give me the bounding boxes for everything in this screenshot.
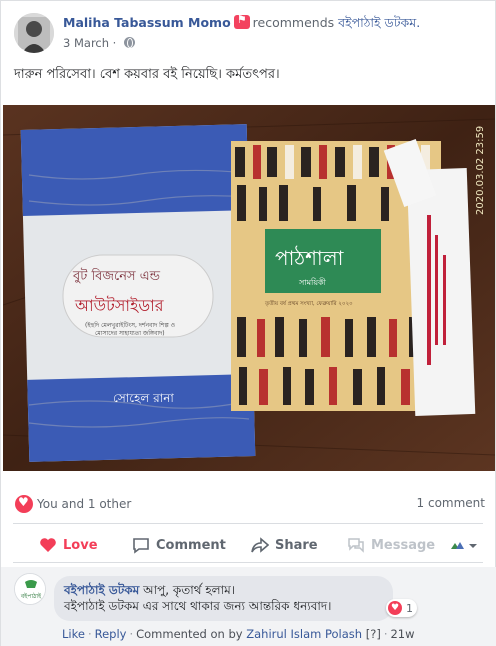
comment-actions: Like · Reply · Commented on by Zahirul Islam… <box>62 627 415 641</box>
globe-icon[interactable] <box>124 37 135 48</box>
comment-like-link[interactable]: Like <box>62 627 85 641</box>
share-label: Share <box>275 537 318 553</box>
svg-text:বইপাঠাই: বইপাঠাই <box>20 592 42 600</box>
audience-selector[interactable] <box>449 529 483 561</box>
message-button[interactable]: Message <box>347 529 435 561</box>
svg-text:তৃতীয় বর্ষ প্রথম সংখ্যা, ফেব্: তৃতীয় বর্ষ প্রথম সংখ্যা, ফেব্রুয়ারি ২০… <box>264 299 353 307</box>
book-left-author: সোহেল রানা <box>113 391 174 405</box>
svg-text:সাময়িকী: সাময়িকী <box>298 277 327 287</box>
comment-bubble: বইপাঠাই ডটকম আপু, কৃতার্থ হলাম। বইপাঠাই … <box>54 576 393 621</box>
book-left: বুট বিজনেস এন্ড আউটসাইডার (ইহুদি মেলখুরা… <box>20 124 256 462</box>
page-link[interactable]: বইপাঠাই ডটকম. <box>338 15 420 30</box>
author-line: Maliha Tabassum Momo ⚑ recommends বইপাঠাই … <box>63 13 420 35</box>
author-avatar[interactable] <box>14 13 54 53</box>
message-label: Message <box>371 537 436 553</box>
commenter-avatar[interactable]: বইপাঠাই <box>14 573 46 605</box>
book-left-title: বুট বিজনেস এন্ড <box>72 268 161 284</box>
audience-icon <box>451 542 477 549</box>
recommends-text: recommends <box>252 15 335 30</box>
message-icon <box>348 538 364 553</box>
comment-reply-link[interactable]: Reply <box>95 627 127 641</box>
comment-line1: আপু, কৃতার্থ হলাম। <box>143 583 236 597</box>
svg-text:মোসাদের সাহায্যতা জঙ্গিবাদ): মোসাদের সাহায্যতা জঙ্গিবাদ) <box>95 330 165 337</box>
divider-top <box>13 523 483 524</box>
heart-icon: ♥ <box>388 601 402 615</box>
comments-section: বইপাঠাই বইপাঠাই ডটকম আপু, কৃতার্থ হলাম। … <box>1 567 496 646</box>
reactions-text[interactable]: You and 1 other <box>37 497 131 511</box>
help-link[interactable]: [?] <box>366 627 381 641</box>
heart-icon <box>40 538 56 552</box>
share-icon <box>251 537 269 553</box>
comment-label: Comment <box>156 537 226 553</box>
love-label: Love <box>63 537 98 553</box>
books-photo: বুট বিজনেস এন্ড আউটসাইডার (ইহুদি মেলখুরা… <box>3 105 495 471</box>
comments-count[interactable]: 1 comment <box>417 496 485 510</box>
post-meta: 3 March · <box>63 36 135 50</box>
share-button[interactable]: Share <box>251 529 318 561</box>
book-right-title: পাঠশালা <box>275 246 345 270</box>
reactions-summary: You and 1 other 1 comment <box>15 495 485 513</box>
post-header: Maliha Tabassum Momo ⚑ recommends বইপাঠাই … <box>14 13 485 55</box>
comment-author[interactable]: বইপাঠাই ডটকম <box>64 583 139 597</box>
comment-reaction-count: 1 <box>406 601 413 615</box>
love-reaction-icon[interactable] <box>15 495 33 513</box>
post-card: Maliha Tabassum Momo ⚑ recommends বইপাঠাই … <box>0 0 496 646</box>
book-left-subtitle: (ইহুদি মেলখুরাইটিংস, দর্শনবাদ শিল্প ও <box>85 321 175 329</box>
post-photo[interactable]: বুট বিজনেস এন্ড আউটসাইডার (ইহুদি মেলখুরা… <box>3 105 495 471</box>
divider-bottom <box>13 562 483 563</box>
svg-text:আউটসাইডার: আউটসাইডার <box>74 296 165 315</box>
avatar-photo <box>14 13 54 53</box>
comment-icon <box>133 537 149 554</box>
author-name[interactable]: Maliha Tabassum Momo <box>63 15 231 30</box>
comment-age[interactable]: 21w <box>390 627 414 641</box>
recommend-flag-icon: ⚑ <box>233 13 250 29</box>
photo-timestamp: 2020.03.02 23:59 <box>475 126 486 215</box>
post-date[interactable]: 3 March <box>63 36 109 50</box>
comment-button[interactable]: Comment <box>132 529 226 561</box>
page-logo-icon: বইপাঠাই <box>15 574 45 604</box>
action-bar: Love Comment Share Message <box>13 529 483 561</box>
commented-on-by-text: Commented on by <box>136 627 243 641</box>
post-text: দারুন পরিসেবা। বেশ কয়বার বই নিয়েছি। কর… <box>14 67 280 82</box>
comment-reaction[interactable]: ♥ 1 <box>386 599 417 617</box>
comment-line2: বইপাঠাই ডটকম এর সাথে থাকার জন্য আন্তরিক … <box>64 599 332 613</box>
commenter-link[interactable]: Zahirul Islam Polash <box>246 627 362 641</box>
love-button[interactable]: Love <box>39 529 98 561</box>
